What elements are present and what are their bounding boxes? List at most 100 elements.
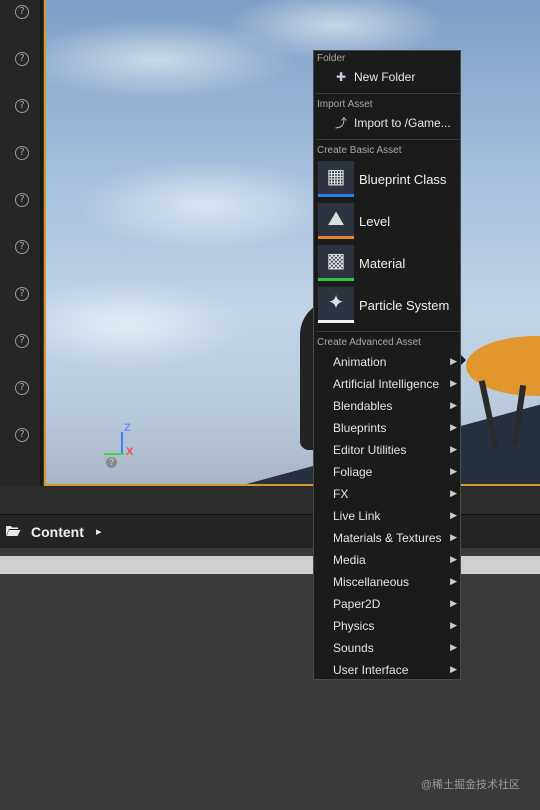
- left-toolbar: ??????????: [0, 0, 43, 486]
- submenu-item-paper2d[interactable]: Paper2D ▶: [315, 593, 461, 615]
- x-axis-label: X: [126, 446, 134, 458]
- asset-thumbnail: ⛰: [318, 203, 354, 239]
- help-icon[interactable]: ?: [15, 52, 29, 66]
- asset-type-color-bar: [318, 278, 354, 281]
- menu-item-label: Import to /Game...: [354, 116, 451, 130]
- submenu-arrow-icon: ▶: [450, 466, 457, 476]
- asset-thumbnail: ✦: [318, 287, 354, 323]
- help-icon[interactable]: ?: [15, 381, 29, 395]
- submenu-item-fx[interactable]: FX ▶: [315, 483, 461, 505]
- submenu-arrow-icon: ▶: [450, 642, 457, 652]
- asset-thumbnail: ▩: [318, 245, 354, 281]
- help-icon[interactable]: ?: [15, 287, 29, 301]
- submenu-arrow-icon: ▶: [450, 554, 457, 564]
- submenu-item-materials-textures[interactable]: Materials & Textures ▶: [315, 527, 461, 549]
- content-browser-title[interactable]: Content: [31, 524, 84, 540]
- help-icon[interactable]: ?: [15, 99, 29, 113]
- menu-item-label: Paper2D: [333, 597, 381, 611]
- watermark: @稀土掘金技术社区: [420, 779, 520, 791]
- submenu-arrow-icon: ▶: [450, 532, 457, 542]
- axis-hint-icon: ?: [106, 457, 117, 468]
- menu-item-label: Live Link: [333, 509, 381, 523]
- sky-cloud: [46, 280, 246, 370]
- submenu-item-miscellaneous[interactable]: Miscellaneous ▶: [315, 571, 461, 593]
- submenu-arrow-icon: ▶: [450, 488, 457, 498]
- menu-item-label: Artificial Intelligence: [333, 377, 440, 391]
- menu-item-label: Sounds: [333, 641, 374, 655]
- help-icon[interactable]: ?: [15, 334, 29, 348]
- menu-section-basic: Create Basic Asset: [317, 145, 402, 156]
- submenu-item-artificial-intelligence[interactable]: Artificial Intelligence ▶: [315, 373, 461, 395]
- menu-item-label: Blueprint Class: [359, 172, 447, 187]
- menu-pointer: [461, 355, 466, 365]
- z-axis-label: Z: [124, 422, 131, 434]
- submenu-item-media[interactable]: Media ▶: [315, 549, 461, 571]
- help-icon[interactable]: ?: [15, 5, 29, 19]
- submenu-arrow-icon: ▶: [450, 422, 457, 432]
- submenu-item-sounds[interactable]: Sounds ▶: [315, 637, 461, 659]
- menu-item-level[interactable]: ⛰ Level: [318, 203, 458, 241]
- submenu-arrow-icon: ▶: [450, 620, 457, 630]
- asset-type-color-bar: [318, 320, 354, 323]
- submenu-item-foliage[interactable]: Foliage ▶: [315, 461, 461, 483]
- asset-thumbnail: ▦: [318, 161, 354, 197]
- submenu-arrow-icon: ▶: [450, 444, 457, 454]
- folder-open-icon[interactable]: [5, 524, 21, 540]
- menu-item-blueprint-class[interactable]: ▦ Blueprint Class: [318, 161, 458, 199]
- content-context-menu: Folder ✚ New Folder Import Asset ⤴ Impor…: [313, 50, 461, 680]
- menu-divider: [316, 331, 460, 332]
- submenu-item-animation[interactable]: Animation ▶: [315, 351, 461, 373]
- help-icon[interactable]: ?: [15, 193, 29, 207]
- menu-divider: [316, 139, 460, 140]
- x-axis-gizmo: [104, 453, 124, 455]
- import-icon: ⤴: [334, 116, 347, 130]
- menu-item-label: Animation: [333, 355, 387, 369]
- menu-item-label: Miscellaneous: [333, 575, 410, 589]
- particle-system-icon: ✦: [327, 292, 345, 314]
- menu-item-label: Particle System: [359, 298, 450, 313]
- help-icon[interactable]: ?: [15, 428, 29, 442]
- menu-section-import: Import Asset: [317, 99, 373, 110]
- material-icon: ▩: [326, 250, 346, 272]
- asset-type-color-bar: [318, 194, 354, 197]
- submenu-item-live-link[interactable]: Live Link ▶: [315, 505, 461, 527]
- menu-item-label: Blendables: [333, 399, 393, 413]
- submenu-arrow-icon: ▶: [450, 598, 457, 608]
- menu-divider: [316, 93, 460, 94]
- menu-item-label: Level: [359, 214, 391, 229]
- menu-section-advanced: Create Advanced Asset: [317, 337, 421, 348]
- submenu-item-blendables[interactable]: Blendables ▶: [315, 395, 461, 417]
- menu-item-label: Materials & Textures: [333, 531, 442, 545]
- help-icon[interactable]: ?: [15, 146, 29, 160]
- submenu-item-physics[interactable]: Physics ▶: [315, 615, 461, 637]
- breadcrumb-arrow-icon[interactable]: ▸: [96, 525, 102, 538]
- help-icon[interactable]: ?: [15, 240, 29, 254]
- menu-item-material[interactable]: ▩ Material: [318, 245, 458, 283]
- blueprint-class-icon: ▦: [326, 166, 346, 188]
- new-folder-icon: ✚: [335, 70, 347, 84]
- menu-item-label: Blueprints: [333, 421, 387, 435]
- bowl-mesh: [466, 336, 540, 396]
- menu-item-particle-system[interactable]: ✦ Particle System: [318, 287, 458, 325]
- z-axis-gizmo: [121, 432, 123, 454]
- menu-item-label: Physics: [333, 619, 375, 633]
- submenu-item-blueprints[interactable]: Blueprints ▶: [315, 417, 461, 439]
- menu-item-label: New Folder: [354, 70, 416, 84]
- menu-item-label: Foliage: [333, 465, 373, 479]
- menu-section-folder: Folder: [317, 53, 346, 64]
- asset-type-color-bar: [318, 236, 354, 239]
- menu-item-label: Material: [359, 256, 406, 271]
- submenu-item-editor-utilities[interactable]: Editor Utilities ▶: [315, 439, 461, 461]
- submenu-arrow-icon: ▶: [450, 576, 457, 586]
- submenu-item-user-interface[interactable]: User Interface ▶: [315, 659, 461, 681]
- folder-open-svg: [6, 526, 21, 536]
- level-icon: ⛰: [327, 208, 345, 230]
- submenu-arrow-icon: ▶: [450, 664, 457, 674]
- level-viewport[interactable]: Z X ?: [44, 0, 540, 486]
- submenu-arrow-icon: ▶: [450, 510, 457, 520]
- sky-cloud: [76, 160, 336, 250]
- submenu-arrow-icon: ▶: [450, 356, 457, 366]
- menu-item-label: FX: [333, 487, 349, 501]
- menu-item-label: Media: [333, 553, 366, 567]
- submenu-arrow-icon: ▶: [450, 378, 457, 388]
